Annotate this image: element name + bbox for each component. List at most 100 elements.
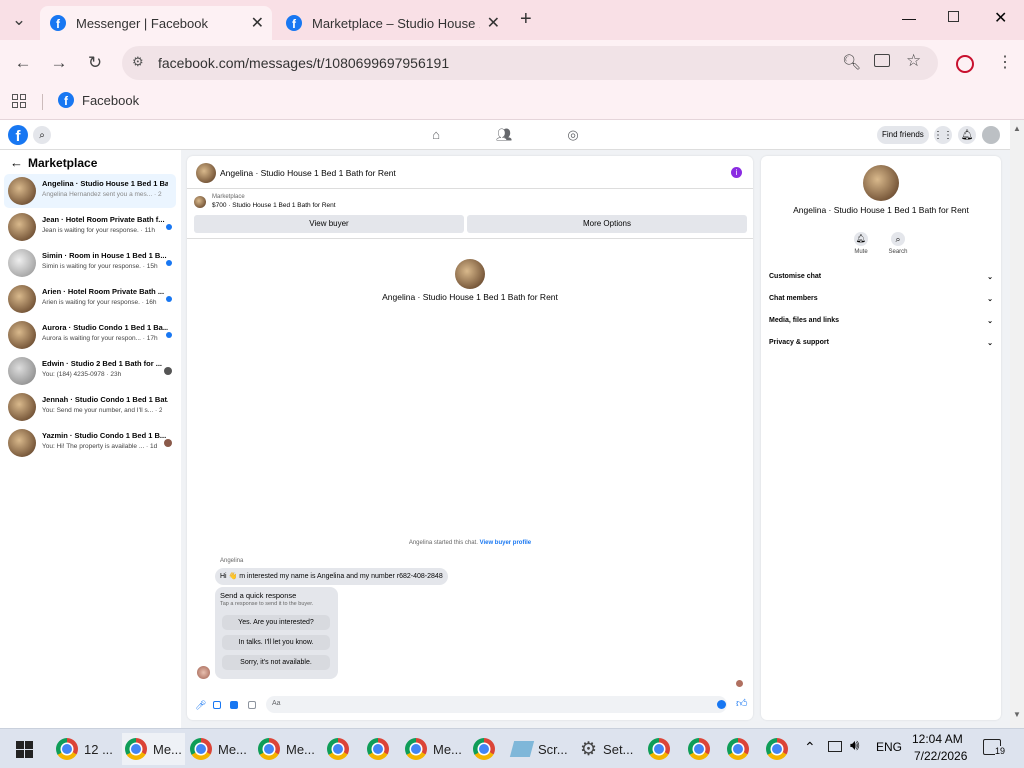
facebook-logo-icon[interactable]: f xyxy=(8,125,28,145)
tab-marketplace[interactable]: f Marketplace – Studio House 1 B ✕ xyxy=(276,6,508,40)
friends-icon[interactable]: 👥︎ xyxy=(496,127,513,143)
conversation-details-panel: Angelina · Studio House 1 Bed 1 Bath for… xyxy=(761,156,1001,720)
taskbar-chrome-10[interactable] xyxy=(688,733,710,765)
chat-item-jennah[interactable]: Jennah · Studio Condo 1 Bed 1 Bat... You… xyxy=(4,390,176,424)
groups-icon[interactable]: ◎ xyxy=(565,127,581,143)
windows-taskbar: 12 ... Me... Me... Me... Me... Scr... ⚙ S… xyxy=(0,728,1024,768)
taskbar-chrome-11[interactable] xyxy=(727,733,749,765)
menu-grid-icon[interactable]: ⋮⋮ xyxy=(933,126,953,144)
apps-icon[interactable] xyxy=(12,94,26,108)
chat-item-yazmin[interactable]: Yazmin · Studio Condo 1 Bed 1 B... You: … xyxy=(4,426,176,460)
site-info-icon[interactable]: ⚙ xyxy=(132,54,144,70)
chat-item-jean[interactable]: Jean · Hotel Room Private Bath f... Jean… xyxy=(4,210,176,244)
close-icon[interactable]: ✕ xyxy=(487,13,500,33)
message-input[interactable]: Aa xyxy=(266,696,727,713)
tray-chevron-up-icon[interactable]: ⌃ xyxy=(804,739,816,756)
view-buyer-button[interactable]: View buyer xyxy=(194,215,464,233)
chat-name: Jean · Hotel Room Private Bath f... xyxy=(42,215,165,224)
chat-item-angelina[interactable]: Angelina · Studio House 1 Bed 1 Ba... An… xyxy=(4,174,176,208)
windows-start-icon[interactable] xyxy=(16,741,33,758)
restore-button[interactable] xyxy=(948,11,959,22)
conversation-center-title: Angelina · Studio House 1 Bed 1 Bath for… xyxy=(382,292,558,302)
customise-chat-row[interactable]: Customise chat ⌄ xyxy=(769,273,993,281)
chrome-icon xyxy=(56,738,78,760)
taskbar-chrome-3[interactable]: Me... xyxy=(190,733,247,765)
close-icon[interactable]: ✕ xyxy=(251,13,264,33)
view-buyer-profile-link[interactable]: View buyer profile xyxy=(480,540,532,546)
account-avatar[interactable] xyxy=(982,126,1000,144)
chat-item-edwin[interactable]: Edwin · Studio 2 Bed 1 Bath for ... You:… xyxy=(4,354,176,388)
find-friends-button[interactable]: Find friends xyxy=(877,126,929,144)
search-icon[interactable]: ⌕ xyxy=(33,126,51,144)
tab-messenger[interactable]: f Messenger | Facebook ✕ xyxy=(40,6,272,40)
profile-icon[interactable] xyxy=(956,55,974,73)
chat-members-row[interactable]: Chat members ⌄ xyxy=(769,295,993,303)
like-icon[interactable]: 👍︎ xyxy=(736,697,748,710)
chevron-down-icon: ⌄ xyxy=(987,296,993,303)
quick-reply-sorry[interactable]: Sorry, it's not available. xyxy=(222,655,330,670)
sender-avatar xyxy=(197,666,210,679)
back-button[interactable]: ← xyxy=(8,48,38,78)
listing-detail[interactable]: $700 · Studio House 1 Bed 1 Bath for Ren… xyxy=(212,202,336,209)
chat-item-arien[interactable]: Arien · Hotel Room Private Bath ... Arie… xyxy=(4,282,176,316)
menu-icon[interactable]: ⋮ xyxy=(997,52,1013,72)
url-text[interactable]: facebook.com/messages/t/1080699697956191 xyxy=(158,55,449,71)
message-bubble[interactable]: Hi 👋 m interested my name is Angelina an… xyxy=(215,568,448,585)
taskbar-chrome-1[interactable]: 12 ... xyxy=(56,733,113,765)
info-icon[interactable]: i xyxy=(731,167,742,178)
chat-item-simin[interactable]: Simin · Room in House 1 Bed 1 B... Simin… xyxy=(4,246,176,280)
zoom-icon[interactable]: 🔍︎ xyxy=(842,53,861,71)
chat-item-aurora[interactable]: Aurora · Studio Condo 1 Bed 1 Ba... Auro… xyxy=(4,318,176,352)
quick-reply-yes[interactable]: Yes. Are you interested? xyxy=(222,615,330,630)
sticker-icon[interactable] xyxy=(230,701,238,709)
taskbar-chrome-12[interactable] xyxy=(766,733,788,765)
bookmark-star-icon[interactable]: ☆ xyxy=(906,51,921,71)
taskbar-snipping-tool[interactable]: Scr... xyxy=(509,733,568,765)
home-icon[interactable]: ⌂ xyxy=(428,127,444,143)
taskbar-chrome-6[interactable] xyxy=(367,733,389,765)
back-arrow-icon[interactable]: ← xyxy=(10,155,23,170)
facebook-header: f ⌕ ⌂ 👥︎ ◎ Find friends ⋮⋮ 🔔︎ xyxy=(0,120,1010,150)
microphone-icon[interactable]: 🎤︎ xyxy=(195,700,206,711)
facebook-icon: f xyxy=(50,15,66,31)
taskbar-chrome-4[interactable]: Me... xyxy=(258,733,315,765)
mute-bell-icon[interactable]: 🔔︎ xyxy=(854,232,868,246)
bookmarks-bar: f Facebook xyxy=(0,86,1024,120)
tab-search-icon[interactable]: ⌄ xyxy=(4,5,34,35)
taskbar-chrome-7[interactable]: Me... xyxy=(405,733,462,765)
page-scrollbar[interactable]: ▲ ▼ xyxy=(1010,120,1024,728)
chat-preview: Arien is waiting for your response. · 16… xyxy=(42,299,157,306)
install-app-icon[interactable] xyxy=(874,54,890,67)
minimize-button[interactable]: — xyxy=(902,10,916,26)
volume-icon[interactable]: 🔊︎ xyxy=(850,737,859,754)
avatar[interactable] xyxy=(196,163,216,183)
notifications-icon[interactable]: 🔔︎ xyxy=(958,126,976,144)
search-icon[interactable]: ⌕ xyxy=(891,232,905,246)
chat-preview: Simin is waiting for your response. · 15… xyxy=(42,263,158,270)
gif-icon[interactable] xyxy=(248,701,256,709)
window-close-button[interactable]: ✕ xyxy=(994,8,1007,28)
taskbar-chrome-9[interactable] xyxy=(648,733,670,765)
new-tab-button[interactable]: + xyxy=(520,8,532,31)
bookmark-facebook[interactable]: f Facebook xyxy=(58,92,139,108)
network-icon[interactable] xyxy=(828,741,842,752)
notifications-icon[interactable]: 19 xyxy=(983,739,1005,756)
more-options-button[interactable]: More Options xyxy=(467,215,747,233)
chrome-icon xyxy=(190,738,212,760)
quick-reply-in-talks[interactable]: In talks. I'll let you know. xyxy=(222,635,330,650)
address-bar[interactable]: ⚙ facebook.com/messages/t/10806996979561… xyxy=(122,46,938,80)
image-icon[interactable] xyxy=(213,701,221,709)
clock-date[interactable]: 7/22/2026 xyxy=(914,749,967,763)
forward-button[interactable]: → xyxy=(44,48,74,78)
taskbar-chrome-8[interactable] xyxy=(473,733,495,765)
media-files-links-row[interactable]: Media, files and links ⌄ xyxy=(769,317,993,325)
reload-button[interactable]: ↻ xyxy=(80,48,110,78)
language-indicator[interactable]: ENG xyxy=(876,740,902,754)
emoji-icon[interactable] xyxy=(717,700,726,709)
conversation-title[interactable]: Angelina · Studio House 1 Bed 1 Bath for… xyxy=(220,168,396,178)
taskbar-settings[interactable]: ⚙ Set... xyxy=(580,733,633,765)
taskbar-chrome-5[interactable] xyxy=(327,733,349,765)
privacy-support-row[interactable]: Privacy & support ⌄ xyxy=(769,339,993,347)
clock-time[interactable]: 12:04 AM xyxy=(912,732,963,746)
taskbar-chrome-2[interactable]: Me... xyxy=(122,733,185,765)
